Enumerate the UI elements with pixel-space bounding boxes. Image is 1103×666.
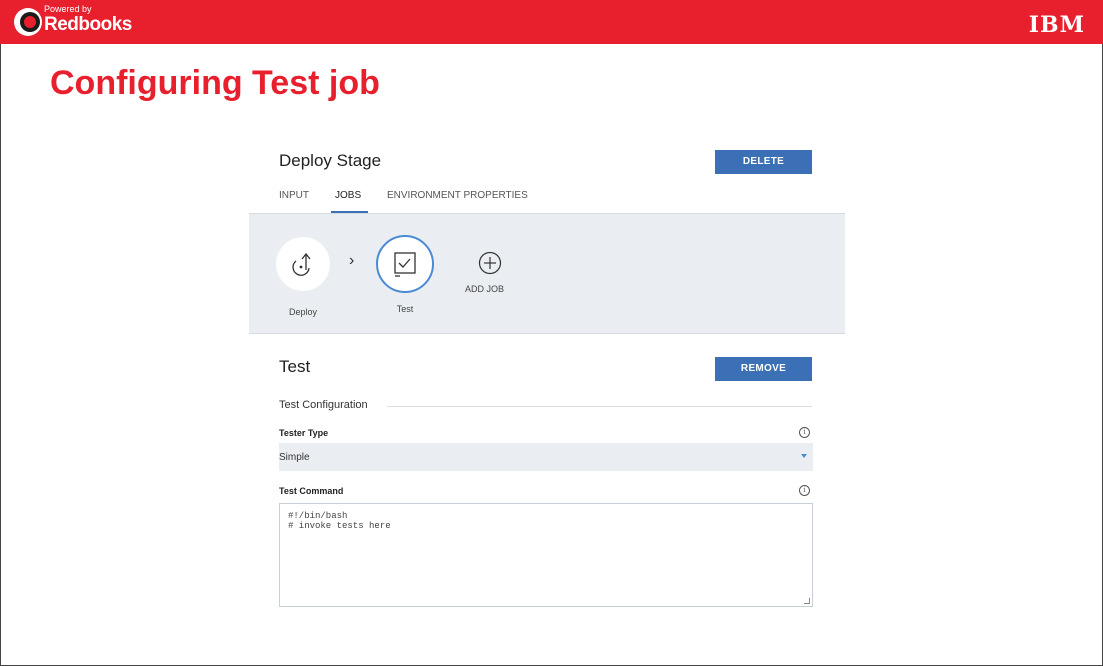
deploy-stage-panel: Deploy Stage DELETE INPUT JOBS ENVIRONME… [249, 140, 845, 620]
tester-type-select[interactable]: Simple [279, 443, 813, 471]
top-banner: Powered by Redbooks IBM [0, 0, 1103, 44]
job-deploy[interactable] [276, 237, 330, 291]
redbooks-wordmark: Redbooks [44, 14, 132, 35]
tester-type-value: Simple [279, 452, 310, 463]
slide-title: Configuring Test job [50, 64, 380, 102]
tester-type-label: Tester Type [279, 428, 329, 438]
job-test[interactable] [376, 235, 434, 293]
tab-jobs[interactable]: JOBS [335, 190, 361, 201]
chevron-right-icon: › [349, 252, 355, 269]
stage-title: Deploy Stage [279, 151, 382, 170]
tester-type-info-icon[interactable]: i [799, 427, 810, 438]
test-checkbox-icon [394, 252, 416, 277]
delete-button[interactable]: DELETE [715, 150, 812, 174]
job-test-label: Test [396, 304, 414, 314]
job-detail-title: Test [279, 357, 311, 376]
test-configuration-heading: Test Configuration [279, 399, 368, 411]
resize-handle-icon[interactable] [804, 598, 810, 604]
tab-input[interactable]: INPUT [279, 190, 309, 201]
deploy-icon [292, 252, 311, 276]
job-deploy-label: Deploy [288, 307, 317, 317]
add-job-button[interactable] [477, 250, 503, 281]
chevron-down-icon [801, 454, 807, 458]
jobs-pipeline: Deploy › Test ADD JOB [249, 213, 845, 334]
ibm-logo: IBM [1028, 12, 1085, 38]
tab-environment-properties[interactable]: ENVIRONMENT PROPERTIES [387, 190, 528, 201]
test-command-value: #!/bin/bash # invoke tests here [288, 511, 391, 531]
test-command-info-icon[interactable]: i [799, 485, 810, 496]
powered-by-text: Powered by [44, 4, 92, 14]
section-divider [387, 406, 812, 407]
test-command-label: Test Command [279, 486, 344, 496]
test-command-input[interactable]: #!/bin/bash # invoke tests here [279, 503, 813, 607]
add-circle-icon [478, 251, 502, 275]
add-job-label[interactable]: ADD JOB [465, 284, 504, 294]
remove-button[interactable]: REMOVE [715, 357, 812, 381]
redbooks-logo-dot [24, 16, 36, 28]
